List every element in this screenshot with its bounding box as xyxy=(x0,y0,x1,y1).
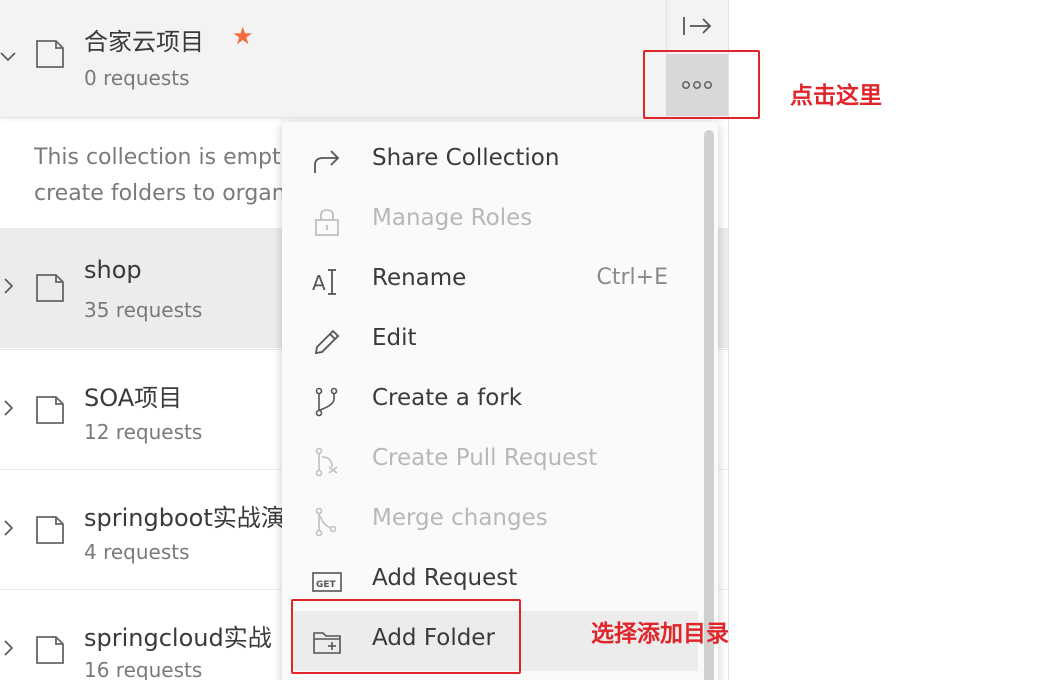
share-icon xyxy=(314,150,340,173)
menu-item-edit[interactable]: Edit xyxy=(282,311,698,371)
collection-context-menu: Share Collection Manage Roles A Rename C… xyxy=(282,122,718,680)
menu-item-manage-roles[interactable]: Manage Roles xyxy=(282,191,698,251)
highlight-add-folder xyxy=(291,599,521,674)
menu-item-merge-changes[interactable]: Merge changes xyxy=(282,491,698,551)
merge-icon xyxy=(315,507,337,537)
collection-folder-icon xyxy=(36,636,64,664)
menu-item-shortcut: Ctrl+E xyxy=(596,265,668,290)
get-request-icon: GET xyxy=(312,572,342,592)
collection-folder-icon xyxy=(36,40,64,68)
menu-item-share-collection[interactable]: Share Collection xyxy=(282,131,698,191)
collection-name: shop xyxy=(84,256,142,284)
highlight-more-button xyxy=(643,50,760,119)
menu-item-create-fork[interactable]: Create a fork xyxy=(282,371,698,431)
lock-icon xyxy=(315,209,339,236)
chevron-right-icon[interactable] xyxy=(0,278,18,296)
collection-request-count: 4 requests xyxy=(84,540,190,564)
menu-item-label: Share Collection xyxy=(372,145,560,171)
svg-text:GET: GET xyxy=(316,580,337,590)
pull-request-icon xyxy=(315,447,338,477)
menu-scrollbar[interactable] xyxy=(704,130,714,680)
menu-item-label: Create a fork xyxy=(372,385,523,411)
menu-item-label: Create Pull Request xyxy=(372,445,598,471)
collection-name: SOA项目 xyxy=(84,384,183,412)
menu-item-label: Edit xyxy=(372,325,417,351)
collection-name: 合家云项目 xyxy=(84,28,204,56)
menu-item-label: Merge changes xyxy=(372,505,548,531)
collection-name: springboot实战演 xyxy=(84,504,285,532)
annotation-select-add-folder: 选择添加目录 xyxy=(591,621,729,647)
chevron-down-icon[interactable] xyxy=(0,48,18,66)
empty-collection-message: This collection is empt create folders t… xyxy=(34,140,294,212)
collection-folder-icon xyxy=(36,274,64,302)
annotation-click-here: 点击这里 xyxy=(790,83,882,109)
rename-icon: A xyxy=(312,269,336,295)
svg-text:A: A xyxy=(312,271,326,295)
expand-collection-button[interactable] xyxy=(666,0,728,52)
collection-name: springcloud实战 xyxy=(84,624,272,652)
collection-request-count: 35 requests xyxy=(84,298,203,322)
fork-icon xyxy=(315,387,338,417)
collection-folder-icon xyxy=(36,396,64,424)
chevron-right-icon[interactable] xyxy=(0,400,18,418)
menu-item-create-pull-request[interactable]: Create Pull Request xyxy=(282,431,698,491)
menu-item-label: Rename xyxy=(372,265,467,291)
empty-message-line-2: create folders to organ xyxy=(34,181,286,206)
arrow-right-bar-icon xyxy=(683,17,712,35)
collection-row-hejiayun[interactable]: 合家云项目 ★ 0 requests xyxy=(0,0,728,118)
collection-request-count: 0 requests xyxy=(84,66,190,90)
collection-request-count: 12 requests xyxy=(84,420,203,444)
empty-message-line-1: This collection is empt xyxy=(34,145,281,170)
collection-folder-icon xyxy=(36,516,64,544)
star-icon[interactable]: ★ xyxy=(232,22,254,50)
menu-item-label: Add Request xyxy=(372,565,518,591)
menu-item-rename[interactable]: A Rename Ctrl+E xyxy=(282,251,698,311)
pencil-icon xyxy=(314,329,340,355)
collection-request-count: 16 requests xyxy=(84,658,203,680)
menu-item-label: Manage Roles xyxy=(372,205,533,231)
chevron-right-icon[interactable] xyxy=(0,520,18,538)
chevron-right-icon[interactable] xyxy=(0,640,18,658)
